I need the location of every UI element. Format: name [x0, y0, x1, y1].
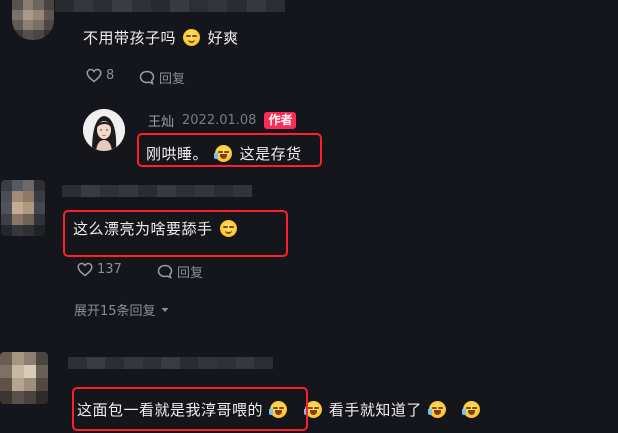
author-badge: 作者 [264, 112, 297, 129]
expand-replies-label: 展开15条回复 [74, 304, 156, 319]
like-button[interactable]: 8 [86, 68, 114, 83]
reply-date: 2022.01.08 [182, 113, 257, 128]
highlight-box [72, 387, 308, 431]
heart-icon [77, 262, 93, 277]
heart-icon [86, 68, 102, 83]
reply-header: 王灿 2022.01.08 作者 [148, 111, 297, 130]
reply-label: 回复 [177, 266, 204, 281]
expand-replies-button[interactable]: 展开15条回复 [74, 300, 170, 319]
comment-bubble-icon [139, 70, 155, 85]
like-button[interactable]: 137 [77, 262, 122, 277]
reply-button[interactable]: 回复 [139, 68, 185, 87]
avatar[interactable] [0, 352, 48, 404]
reply-avatar[interactable] [83, 109, 125, 151]
caret-down-icon [161, 307, 169, 312]
like-count: 8 [106, 68, 115, 83]
laugh-emoji-icon [428, 401, 447, 418]
avatar[interactable] [1, 180, 45, 236]
highlight-box [63, 210, 288, 257]
laugh-emoji-icon [462, 401, 481, 418]
avatar[interactable] [12, 0, 54, 40]
reply-username[interactable]: 王灿 [148, 111, 174, 130]
highlight-box [137, 133, 322, 167]
blurred-username-strip [62, 185, 252, 197]
reply-label: 回复 [159, 72, 186, 87]
comment-text: 不用带孩子吗 好爽 [83, 27, 239, 48]
like-count: 137 [97, 262, 122, 277]
comment-text-main: 不用带孩子吗 [83, 29, 177, 47]
blurred-username-strip [55, 0, 285, 12]
blurred-username-strip [68, 357, 273, 369]
comment-text-tail: 看手就知道了 [328, 401, 422, 419]
comment-bubble-icon [157, 264, 173, 279]
smirk-emoji-icon [183, 29, 201, 46]
reply-button[interactable]: 回复 [157, 262, 203, 281]
avatar-portrait-icon [83, 109, 125, 151]
comment-text-tail: 好爽 [207, 29, 239, 47]
